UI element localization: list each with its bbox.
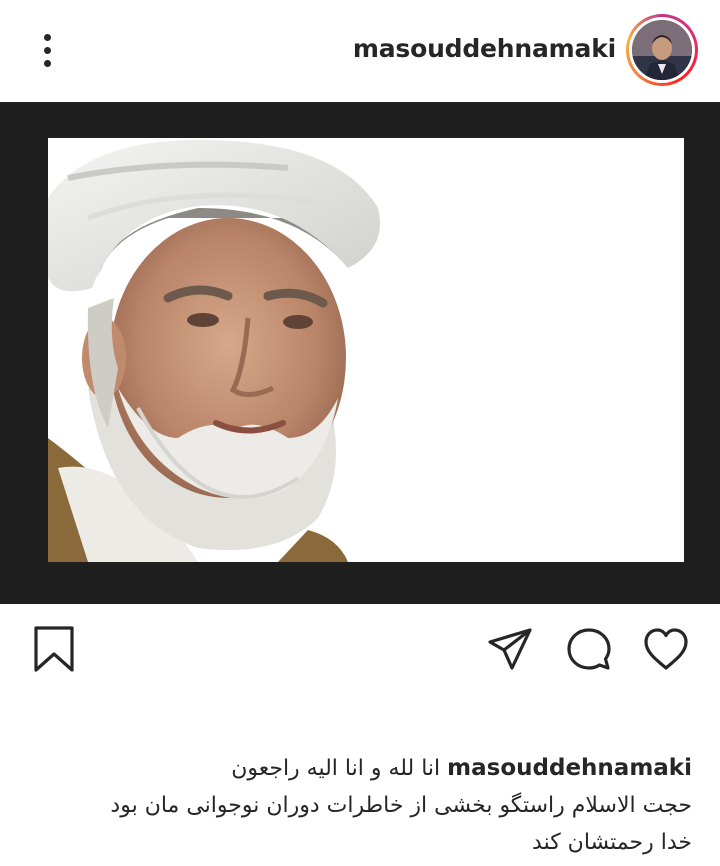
caption-username[interactable]: masouddehnamaki — [447, 755, 692, 781]
more-dot — [44, 47, 51, 54]
like-button[interactable] — [640, 624, 692, 676]
caption-line-2: حجت الاسلام راستگو بخشی از خاطرات دوران … — [110, 793, 692, 818]
caption-line-3: خدا رحمتشان کند — [532, 830, 692, 855]
avatar-border — [629, 17, 695, 83]
heart-icon — [644, 628, 688, 670]
story-ring[interactable] — [626, 14, 698, 86]
post-caption: masouddehnamaki انا لله و انا الیه راجعو… — [28, 750, 692, 861]
more-options-button[interactable] — [30, 28, 66, 72]
post-header: masouddehnamaki — [0, 0, 720, 100]
send-icon — [488, 628, 532, 670]
save-button[interactable] — [28, 624, 80, 676]
share-button[interactable] — [484, 624, 536, 676]
bookmark-icon — [34, 626, 74, 672]
caption-line-1: انا لله و انا الیه راجعون — [231, 756, 441, 781]
more-dot — [44, 60, 51, 67]
avatar-image — [632, 20, 692, 80]
portrait-photo — [48, 138, 684, 562]
comment-icon — [567, 628, 611, 670]
avatar[interactable] — [632, 20, 692, 80]
header-username[interactable]: masouddehnamaki — [353, 34, 616, 63]
post-actions — [0, 604, 720, 694]
comment-button[interactable] — [562, 624, 614, 676]
portrait-illustration — [48, 138, 684, 562]
more-dot — [44, 34, 51, 41]
caption-first-line: masouddehnamaki انا لله و انا الیه راجعو… — [28, 750, 692, 787]
post-image[interactable] — [0, 102, 720, 604]
